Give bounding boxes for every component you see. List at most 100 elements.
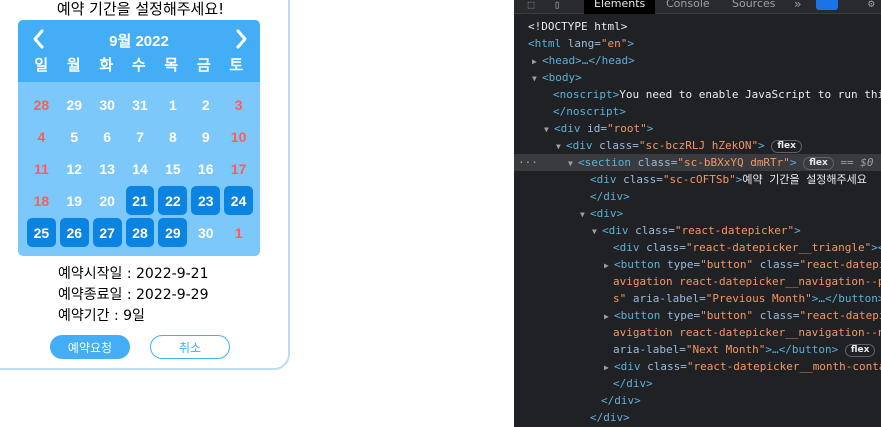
weekday-label: 월 <box>66 56 81 74</box>
dom-line[interactable]: aria-label="Next Month">…</button> flex <box>514 341 881 358</box>
day-cell[interactable]: 27 <box>92 218 122 247</box>
day-cell[interactable]: 25 <box>27 218 56 247</box>
weekday-label: 화 <box>99 56 114 74</box>
dom-line[interactable]: ▶ <button type="button" class="react-date… <box>514 256 881 273</box>
expand-triangle-icon[interactable]: ▶ <box>604 308 614 324</box>
dom-line[interactable]: s" aria-label="Previous Month">…</button… <box>514 290 881 307</box>
dom-line[interactable]: </div> <box>514 409 881 426</box>
dom-line[interactable]: ▼ <div> <box>514 205 881 222</box>
dom-line-selected[interactable]: ··· ▼ <section class="sc-bBXxYQ dmRTr"> fl… <box>514 154 881 171</box>
day-cell[interactable]: 17 <box>224 154 253 183</box>
dom-line[interactable]: ▼ <div class="react-datepicker"> <box>514 222 881 239</box>
dom-line[interactable]: <html lang="en"> <box>514 35 881 52</box>
dom-line[interactable]: <div class="react-datepicker__triangle">… <box>514 239 881 256</box>
day-cell[interactable]: 3 <box>224 90 253 119</box>
day-cell[interactable]: 6 <box>93 122 122 151</box>
day-cell[interactable]: 7 <box>126 122 155 151</box>
device-toggle-icon[interactable]: ▯ <box>550 0 564 12</box>
dom-line[interactable]: ▼ <body> <box>514 69 881 86</box>
day-cell[interactable]: 1 <box>158 90 187 119</box>
day-cell[interactable]: 12 <box>60 154 89 183</box>
issues-badge[interactable] <box>816 0 838 10</box>
collapse-triangle-icon[interactable]: ▼ <box>556 138 566 154</box>
flex-badge[interactable]: flex <box>771 139 802 153</box>
dom-line[interactable]: ▼ <div class="sc-bczRLJ hZekON"> flex <box>514 137 881 154</box>
collapse-triangle-icon[interactable]: ▼ <box>568 155 578 171</box>
expand-triangle-icon[interactable]: ▶ <box>604 257 614 273</box>
day-cell[interactable]: 31 <box>126 90 155 119</box>
day-cell[interactable]: 28 <box>27 90 56 119</box>
day-cell[interactable]: 19 <box>60 186 89 215</box>
day-cell[interactable]: 22 <box>158 186 188 215</box>
day-cell[interactable]: 21 <box>125 186 155 215</box>
collapse-triangle-icon[interactable]: ▼ <box>532 70 542 86</box>
next-month-button[interactable] <box>230 26 252 52</box>
day-cell[interactable]: 18 <box>27 186 56 215</box>
collapse-triangle-icon[interactable]: ▼ <box>592 223 602 239</box>
day-cell[interactable]: 13 <box>93 154 122 183</box>
dom-line[interactable]: </div> <box>514 188 881 205</box>
reservation-request-button[interactable]: 예약요청 <box>50 335 130 359</box>
weekday-label: 토 <box>229 56 244 74</box>
dom-line[interactable]: </div> <box>514 375 881 392</box>
dom-line[interactable]: avigation react-datepicker__navigation--… <box>514 324 881 341</box>
collapse-triangle-icon[interactable]: ▼ <box>544 121 554 137</box>
dom-line[interactable]: </div> <box>514 392 881 409</box>
datepicker: 9월 2022 일월화수목금토 28 29 30 31 1 2 3 4 5 6 7 8 9 10 11 12 1… <box>18 20 260 256</box>
expand-triangle-icon[interactable]: ▶ <box>532 53 542 69</box>
devtools-panel: ⬚ ▯ Elements Console Sources » ⚙ <!DOCTY… <box>514 0 881 427</box>
dom-line[interactable]: ▶ <div class="react-datepicker__month-con… <box>514 358 881 375</box>
flex-badge[interactable]: flex <box>803 156 834 170</box>
day-cell[interactable]: 24 <box>224 186 254 215</box>
day-cell[interactable]: 29 <box>60 90 89 119</box>
day-grid: 28 29 30 31 1 2 3 4 5 6 7 8 9 10 11 12 13 14 15 16 17 18 19 20 2… <box>27 90 257 250</box>
tab-elements[interactable]: Elements <box>584 0 656 14</box>
expand-triangle-icon[interactable]: ▶ <box>604 359 614 375</box>
week-row: 4 5 6 7 8 9 10 <box>27 122 257 154</box>
cancel-button[interactable]: 취소 <box>150 335 230 359</box>
settings-gear-icon[interactable]: ⚙ <box>868 0 875 9</box>
day-cell[interactable]: 20 <box>93 186 122 215</box>
more-options-icon[interactable]: ··· <box>518 154 538 171</box>
dom-line[interactable]: <div class="sc-cOFTSb">예약 기간을 설정해주세요 <box>514 171 881 188</box>
month-title: 9월 2022 <box>109 33 169 50</box>
day-cell[interactable]: 2 <box>191 90 220 119</box>
day-cell[interactable]: 29 <box>158 218 188 247</box>
dom-line[interactable]: <!DOCTYPE html> <box>514 18 881 35</box>
weekday-label: 일 <box>34 56 49 74</box>
collapse-triangle-icon[interactable]: ▼ <box>580 206 590 222</box>
day-cell[interactable]: 4 <box>27 122 56 151</box>
day-cell[interactable]: 15 <box>158 154 187 183</box>
day-cell[interactable]: 16 <box>191 154 220 183</box>
weekday-label: 수 <box>131 56 146 74</box>
week-row: 25 26 27 28 29 30 1 <box>27 218 257 250</box>
day-cell[interactable]: 11 <box>27 154 56 183</box>
day-cell[interactable]: 14 <box>126 154 155 183</box>
day-cell[interactable]: 26 <box>59 218 89 247</box>
week-row: 11 12 13 14 15 16 17 <box>27 154 257 186</box>
dom-line[interactable]: avigation react-datepicker__navigation--… <box>514 273 881 290</box>
day-cell[interactable]: 23 <box>191 186 221 215</box>
dom-line[interactable]: ▶ <button type="button" class="react-date… <box>514 307 881 324</box>
dom-line[interactable]: <noscript>You need to enable JavaScript … <box>514 86 881 103</box>
tab-sources[interactable]: Sources <box>732 0 776 14</box>
weekday-label: 금 <box>196 56 211 74</box>
more-tabs-icon[interactable]: » <box>794 0 801 10</box>
page-heading: 예약 기간을 설정해주세요! <box>56 0 225 18</box>
day-cell[interactable]: 1 <box>224 218 253 247</box>
day-cell[interactable]: 10 <box>224 122 253 151</box>
dom-line[interactable]: </noscript> <box>514 103 881 120</box>
day-cell[interactable]: 28 <box>125 218 155 247</box>
inspect-cursor-icon[interactable]: ⬚ <box>524 0 538 12</box>
day-cell[interactable]: 5 <box>60 122 89 151</box>
flex-badge[interactable]: flex <box>844 343 876 357</box>
reservation-info: 예약시작일 : 2022-9-21 예약종료일 : 2022-9-29 예약기간… <box>58 264 208 327</box>
day-cell[interactable]: 30 <box>191 218 220 247</box>
dom-line[interactable]: ▶ <head>…</head> <box>514 52 881 69</box>
day-cell[interactable]: 9 <box>191 122 220 151</box>
dom-line[interactable]: ▼ <div id="root"> <box>514 120 881 137</box>
day-cell[interactable]: 8 <box>158 122 187 151</box>
tab-console[interactable]: Console <box>666 0 710 14</box>
week-row: 28 29 30 31 1 2 3 <box>27 90 257 122</box>
day-cell[interactable]: 30 <box>93 90 122 119</box>
